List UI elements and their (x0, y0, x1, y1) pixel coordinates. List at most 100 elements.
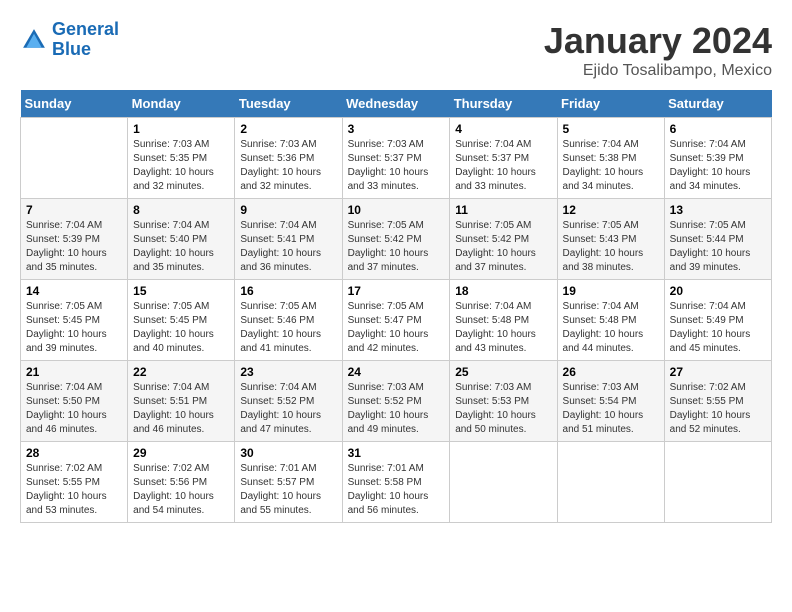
logo: General Blue (20, 20, 119, 60)
day-info: Sunrise: 7:05 AMSunset: 5:45 PMDaylight:… (26, 300, 122, 356)
day-info: Sunrise: 7:05 AMSunset: 5:43 PMDaylight:… (563, 219, 659, 275)
day-info: Sunrise: 7:04 AMSunset: 5:39 PMDaylight:… (26, 219, 122, 275)
day-of-week-header: Wednesday (342, 90, 450, 118)
day-number: 31 (348, 446, 445, 460)
day-of-week-header: Monday (128, 90, 235, 118)
day-info: Sunrise: 7:03 AMSunset: 5:54 PMDaylight:… (563, 381, 659, 437)
day-number: 11 (455, 203, 551, 217)
day-info: Sunrise: 7:02 AMSunset: 5:55 PMDaylight:… (670, 381, 766, 437)
calendar-cell: 19 Sunrise: 7:04 AMSunset: 5:48 PMDayligh… (557, 280, 664, 361)
day-number: 21 (26, 365, 122, 379)
day-of-week-header: Sunday (21, 90, 128, 118)
day-info: Sunrise: 7:02 AMSunset: 5:55 PMDaylight:… (26, 462, 122, 518)
calendar-table: SundayMondayTuesdayWednesdayThursdayFrid… (20, 90, 772, 523)
day-info: Sunrise: 7:01 AMSunset: 5:57 PMDaylight:… (240, 462, 336, 518)
day-number: 14 (26, 284, 122, 298)
calendar-cell: 4 Sunrise: 7:04 AMSunset: 5:37 PMDaylight… (450, 118, 557, 199)
day-info: Sunrise: 7:04 AMSunset: 5:38 PMDaylight:… (563, 138, 659, 194)
day-number: 10 (348, 203, 445, 217)
calendar-cell: 21Sunrise: 7:04 AMSunset: 5:50 PMDayligh… (21, 361, 128, 442)
day-number: 17 (348, 284, 445, 298)
day-info: Sunrise: 7:05 AMSunset: 5:45 PMDaylight:… (133, 300, 229, 356)
calendar-cell: 30 Sunrise: 7:01 AMSunset: 5:57 PMDayligh… (235, 442, 342, 523)
day-number: 23 (240, 365, 336, 379)
calendar-cell: 8Sunrise: 7:04 AMSunset: 5:40 PMDaylight… (128, 199, 235, 280)
day-info: Sunrise: 7:03 AMSunset: 5:37 PMDaylight:… (348, 138, 445, 194)
day-info: Sunrise: 7:03 AMSunset: 5:35 PMDaylight:… (133, 138, 229, 194)
day-number: 22 (133, 365, 229, 379)
day-info: Sunrise: 7:05 AMSunset: 5:44 PMDaylight:… (670, 219, 766, 275)
calendar-week-row: 21Sunrise: 7:04 AMSunset: 5:50 PMDayligh… (21, 361, 772, 442)
calendar-week-row: 7 Sunrise: 7:04 AMSunset: 5:39 PMDaylight… (21, 199, 772, 280)
calendar-week-row: 1 Sunrise: 7:03 AMSunset: 5:35 PMDaylight… (21, 118, 772, 199)
calendar-header-row: SundayMondayTuesdayWednesdayThursdayFrid… (21, 90, 772, 118)
day-info: Sunrise: 7:04 AMSunset: 5:39 PMDaylight:… (670, 138, 766, 194)
day-number: 1 (133, 122, 229, 136)
day-info: Sunrise: 7:02 AMSunset: 5:56 PMDaylight:… (133, 462, 229, 518)
day-info: Sunrise: 7:04 AMSunset: 5:41 PMDaylight:… (240, 219, 336, 275)
day-info: Sunrise: 7:05 AMSunset: 5:42 PMDaylight:… (455, 219, 551, 275)
calendar-cell (450, 442, 557, 523)
calendar-cell: 10 Sunrise: 7:05 AMSunset: 5:42 PMDayligh… (342, 199, 450, 280)
day-number: 2 (240, 122, 336, 136)
calendar-week-row: 14 Sunrise: 7:05 AMSunset: 5:45 PMDayligh… (21, 280, 772, 361)
calendar-cell: 26 Sunrise: 7:03 AMSunset: 5:54 PMDayligh… (557, 361, 664, 442)
calendar-cell: 23 Sunrise: 7:04 AMSunset: 5:52 PMDayligh… (235, 361, 342, 442)
calendar-cell: 11 Sunrise: 7:05 AMSunset: 5:42 PMDayligh… (450, 199, 557, 280)
day-info: Sunrise: 7:04 AMSunset: 5:51 PMDaylight:… (133, 381, 229, 437)
day-number: 26 (563, 365, 659, 379)
day-number: 8 (133, 203, 229, 217)
day-number: 29 (133, 446, 229, 460)
calendar-cell: 24 Sunrise: 7:03 AMSunset: 5:52 PMDayligh… (342, 361, 450, 442)
calendar-cell: 14 Sunrise: 7:05 AMSunset: 5:45 PMDayligh… (21, 280, 128, 361)
calendar-cell: 22 Sunrise: 7:04 AMSunset: 5:51 PMDayligh… (128, 361, 235, 442)
day-info: Sunrise: 7:04 AMSunset: 5:48 PMDaylight:… (563, 300, 659, 356)
day-number: 28 (26, 446, 122, 460)
day-number: 4 (455, 122, 551, 136)
calendar-cell: 17 Sunrise: 7:05 AMSunset: 5:47 PMDayligh… (342, 280, 450, 361)
day-of-week-header: Friday (557, 90, 664, 118)
day-number: 7 (26, 203, 122, 217)
logo-line2: Blue (52, 39, 91, 59)
calendar-cell: 6 Sunrise: 7:04 AMSunset: 5:39 PMDaylight… (664, 118, 771, 199)
calendar-cell: 15Sunrise: 7:05 AMSunset: 5:45 PMDayligh… (128, 280, 235, 361)
day-info: Sunrise: 7:01 AMSunset: 5:58 PMDaylight:… (348, 462, 445, 518)
day-number: 12 (563, 203, 659, 217)
day-info: Sunrise: 7:04 AMSunset: 5:49 PMDaylight:… (670, 300, 766, 356)
day-info: Sunrise: 7:05 AMSunset: 5:42 PMDaylight:… (348, 219, 445, 275)
calendar-cell: 3Sunrise: 7:03 AMSunset: 5:37 PMDaylight… (342, 118, 450, 199)
calendar-cell (557, 442, 664, 523)
title-block: January 2024 Ejido Tosalibampo, Mexico (544, 20, 772, 80)
day-info: Sunrise: 7:04 AMSunset: 5:52 PMDaylight:… (240, 381, 336, 437)
calendar-cell: 25 Sunrise: 7:03 AMSunset: 5:53 PMDayligh… (450, 361, 557, 442)
calendar-cell: 9Sunrise: 7:04 AMSunset: 5:41 PMDaylight… (235, 199, 342, 280)
day-info: Sunrise: 7:05 AMSunset: 5:46 PMDaylight:… (240, 300, 336, 356)
day-number: 5 (563, 122, 659, 136)
calendar-cell: 20Sunrise: 7:04 AMSunset: 5:49 PMDayligh… (664, 280, 771, 361)
day-info: Sunrise: 7:03 AMSunset: 5:53 PMDaylight:… (455, 381, 551, 437)
calendar-cell: 28 Sunrise: 7:02 AMSunset: 5:55 PMDayligh… (21, 442, 128, 523)
calendar-cell: 5 Sunrise: 7:04 AMSunset: 5:38 PMDaylight… (557, 118, 664, 199)
logo-icon (20, 26, 48, 54)
day-number: 13 (670, 203, 766, 217)
day-number: 6 (670, 122, 766, 136)
calendar-week-row: 28 Sunrise: 7:02 AMSunset: 5:55 PMDayligh… (21, 442, 772, 523)
day-of-week-header: Thursday (450, 90, 557, 118)
calendar-cell (21, 118, 128, 199)
day-number: 19 (563, 284, 659, 298)
day-info: Sunrise: 7:03 AMSunset: 5:52 PMDaylight:… (348, 381, 445, 437)
day-info: Sunrise: 7:05 AMSunset: 5:47 PMDaylight:… (348, 300, 445, 356)
day-number: 16 (240, 284, 336, 298)
day-number: 18 (455, 284, 551, 298)
calendar-cell: 2Sunrise: 7:03 AMSunset: 5:36 PMDaylight… (235, 118, 342, 199)
day-number: 27 (670, 365, 766, 379)
calendar-cell: 7 Sunrise: 7:04 AMSunset: 5:39 PMDaylight… (21, 199, 128, 280)
calendar-cell: 29 Sunrise: 7:02 AMSunset: 5:56 PMDayligh… (128, 442, 235, 523)
month-title: January 2024 (544, 20, 772, 62)
day-number: 24 (348, 365, 445, 379)
day-info: Sunrise: 7:04 AMSunset: 5:37 PMDaylight:… (455, 138, 551, 194)
calendar-cell (664, 442, 771, 523)
day-number: 25 (455, 365, 551, 379)
day-number: 30 (240, 446, 336, 460)
day-info: Sunrise: 7:04 AMSunset: 5:48 PMDaylight:… (455, 300, 551, 356)
